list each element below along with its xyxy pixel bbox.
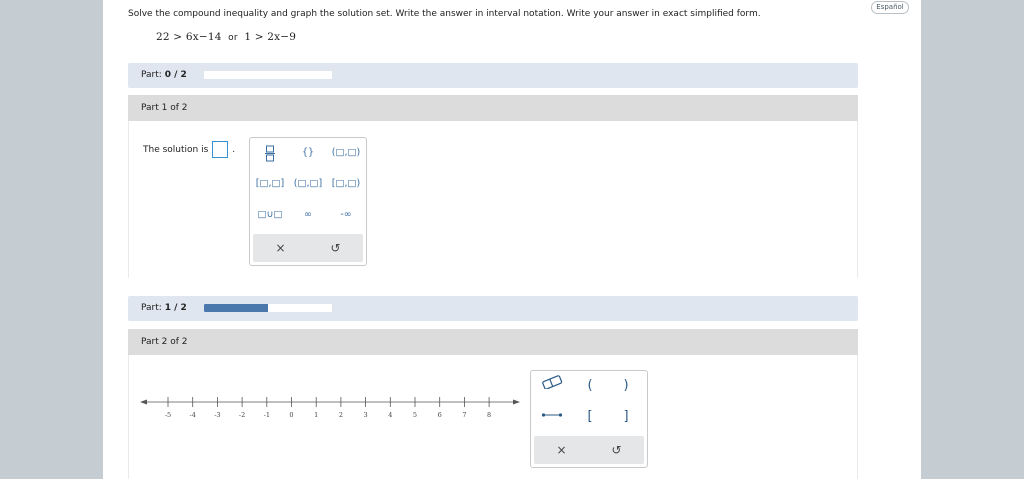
part-progress-bar: Part: 0 / 2	[128, 63, 858, 88]
graph-palette: ( ) [ ] × ↺	[530, 370, 648, 468]
graph-clear-button[interactable]: ×	[534, 436, 589, 464]
number-line-tick-label: 2	[339, 411, 343, 419]
number-line-tick-label: -2	[239, 411, 245, 419]
part-progress-label: Part: 0 / 2	[141, 70, 187, 80]
open-closed-interval-button[interactable]: (□,□]	[291, 174, 325, 194]
number-line-tick-label: 0	[289, 411, 293, 419]
solution-prompt: The solution is	[143, 144, 209, 155]
graph-undo-button[interactable]: ↺	[589, 436, 644, 464]
number-line-tick-label: -3	[214, 411, 220, 419]
number-line-tick-label: 4	[388, 411, 392, 419]
palette-actions: × ↺	[253, 234, 363, 262]
closed-open-interval-button[interactable]: [□,□)	[329, 174, 363, 194]
number-line-tick-label: 6	[438, 411, 442, 419]
number-line-tick-label: 3	[364, 411, 368, 419]
language-button[interactable]: Español	[871, 1, 909, 14]
clear-button[interactable]: ×	[253, 234, 308, 262]
math-palette: {} (□,□) [□,□] (□,□] [□,□) □∪□ ∞ -∞ × ↺	[249, 137, 367, 266]
part1-title: Part 1 of 2	[141, 103, 188, 113]
eraser-icon	[542, 375, 563, 390]
part-progress-label-2: Part: 1 / 2	[141, 303, 187, 313]
answer-input[interactable]	[212, 141, 229, 158]
open-open-interval-button[interactable]: (□,□)	[329, 143, 363, 163]
graph-palette-actions: × ↺	[534, 436, 644, 464]
expression-left: 22 > 6x−14	[156, 31, 222, 43]
part1-header: Part 1 of 2	[128, 95, 858, 121]
segment-button[interactable]	[538, 406, 566, 428]
fraction-button[interactable]	[253, 143, 287, 163]
open-bracket-button[interactable]: [	[576, 406, 604, 428]
close-paren-button[interactable]: )	[612, 375, 640, 397]
part1-body	[128, 121, 858, 278]
solution-suffix: .	[232, 144, 236, 155]
segment-icon	[541, 413, 563, 417]
number-line-tick-label: 8	[487, 411, 491, 419]
expression-right: 1 > 2x−9	[244, 31, 297, 43]
number-line[interactable]: -5 -4 -3 -2 -1 0 1 2 3 4 5 6 7 8	[140, 393, 520, 423]
part-progress-bar-2: Part: 1 / 2	[128, 296, 858, 321]
undo-button[interactable]: ↺	[308, 234, 363, 262]
part2-title: Part 2 of 2	[141, 337, 188, 347]
progress-fill-2	[204, 304, 268, 312]
number-line-tick-label: 7	[462, 411, 466, 419]
number-line-tick-label: 5	[413, 411, 417, 419]
expression-or: or	[228, 33, 238, 43]
infinity-button[interactable]: ∞	[291, 205, 325, 225]
number-line-tick-label: -4	[190, 411, 196, 419]
number-line-tick-label: -1	[264, 411, 270, 419]
negative-infinity-button[interactable]: -∞	[329, 205, 363, 225]
fraction-icon	[265, 145, 275, 162]
progress-track	[204, 71, 332, 79]
part2-header: Part 2 of 2	[128, 329, 858, 355]
braces-button[interactable]: {}	[291, 143, 325, 163]
solution-row: The solution is .	[143, 141, 235, 158]
close-bracket-button[interactable]: ]	[612, 406, 640, 428]
number-line-tick-label: 1	[314, 411, 318, 419]
progress-track-2	[204, 304, 332, 312]
open-paren-button[interactable]: (	[576, 375, 604, 397]
number-line-tick-label: -5	[165, 411, 171, 419]
problem-expression: 22 > 6x−14 or 1 > 2x−9	[156, 31, 296, 43]
right-arrow-icon	[513, 399, 520, 405]
eraser-button[interactable]	[538, 375, 566, 397]
problem-instructions: Solve the compound inequality and graph …	[128, 9, 761, 19]
closed-closed-interval-button[interactable]: [□,□]	[253, 174, 287, 194]
union-button[interactable]: □∪□	[253, 205, 287, 225]
left-arrow-icon	[140, 399, 147, 405]
